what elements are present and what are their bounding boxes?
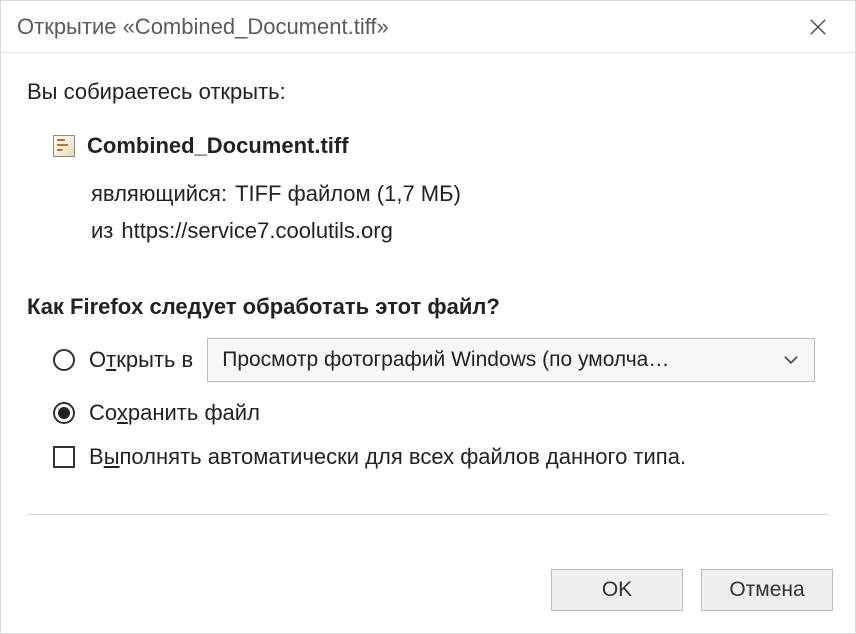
- chevron-down-icon: [782, 351, 800, 369]
- footer-divider: [27, 514, 829, 515]
- ok-button[interactable]: OK: [551, 569, 683, 611]
- file-type-label: являющийся:: [91, 175, 227, 212]
- intro-text: Вы собираетесь открыть:: [27, 79, 829, 105]
- open-with-selected: Просмотр фотографий Windows (по умолча…: [222, 348, 772, 372]
- close-icon: [809, 18, 827, 36]
- download-dialog: Открытие «Combined_Document.tiff» Вы соб…: [0, 0, 856, 634]
- save-file-label[interactable]: Сохранить файл: [89, 400, 260, 426]
- cancel-button[interactable]: Отмена: [701, 569, 833, 611]
- file-type-value: TIFF файлом (1,7 МБ): [235, 175, 461, 212]
- open-with-radio[interactable]: [53, 349, 75, 371]
- titlebar: Открытие «Combined_Document.tiff»: [1, 1, 855, 53]
- file-icon: [53, 135, 75, 157]
- open-with-label[interactable]: Открыть в: [89, 347, 193, 373]
- open-with-select[interactable]: Просмотр фотографий Windows (по умолча…: [207, 338, 815, 382]
- remember-checkbox[interactable]: [53, 446, 75, 468]
- question-text: Как Firefox следует обработать этот файл…: [27, 294, 829, 320]
- save-file-radio[interactable]: [53, 402, 75, 424]
- file-name: Combined_Document.tiff: [87, 133, 349, 159]
- file-row: Combined_Document.tiff: [53, 133, 829, 159]
- dialog-footer: OK Отмена: [1, 551, 855, 633]
- file-meta: являющийся: TIFF файлом (1,7 МБ) из http…: [91, 175, 829, 250]
- file-from-row: из https://service7.coolutils.org: [91, 212, 829, 249]
- open-with-row: Открыть в Просмотр фотографий Windows (п…: [53, 338, 829, 382]
- file-from-value: https://service7.coolutils.org: [121, 212, 392, 249]
- dialog-content: Вы собираетесь открыть: Combined_Documen…: [1, 53, 855, 551]
- file-from-label: из: [91, 212, 113, 249]
- window-title: Открытие «Combined_Document.tiff»: [17, 14, 795, 40]
- close-button[interactable]: [795, 4, 841, 50]
- remember-row: Выполнять автоматически для всех файлов …: [53, 444, 829, 470]
- file-type-row: являющийся: TIFF файлом (1,7 МБ): [91, 175, 829, 212]
- save-file-row: Сохранить файл: [53, 400, 829, 426]
- remember-label[interactable]: Выполнять автоматически для всех файлов …: [89, 444, 686, 470]
